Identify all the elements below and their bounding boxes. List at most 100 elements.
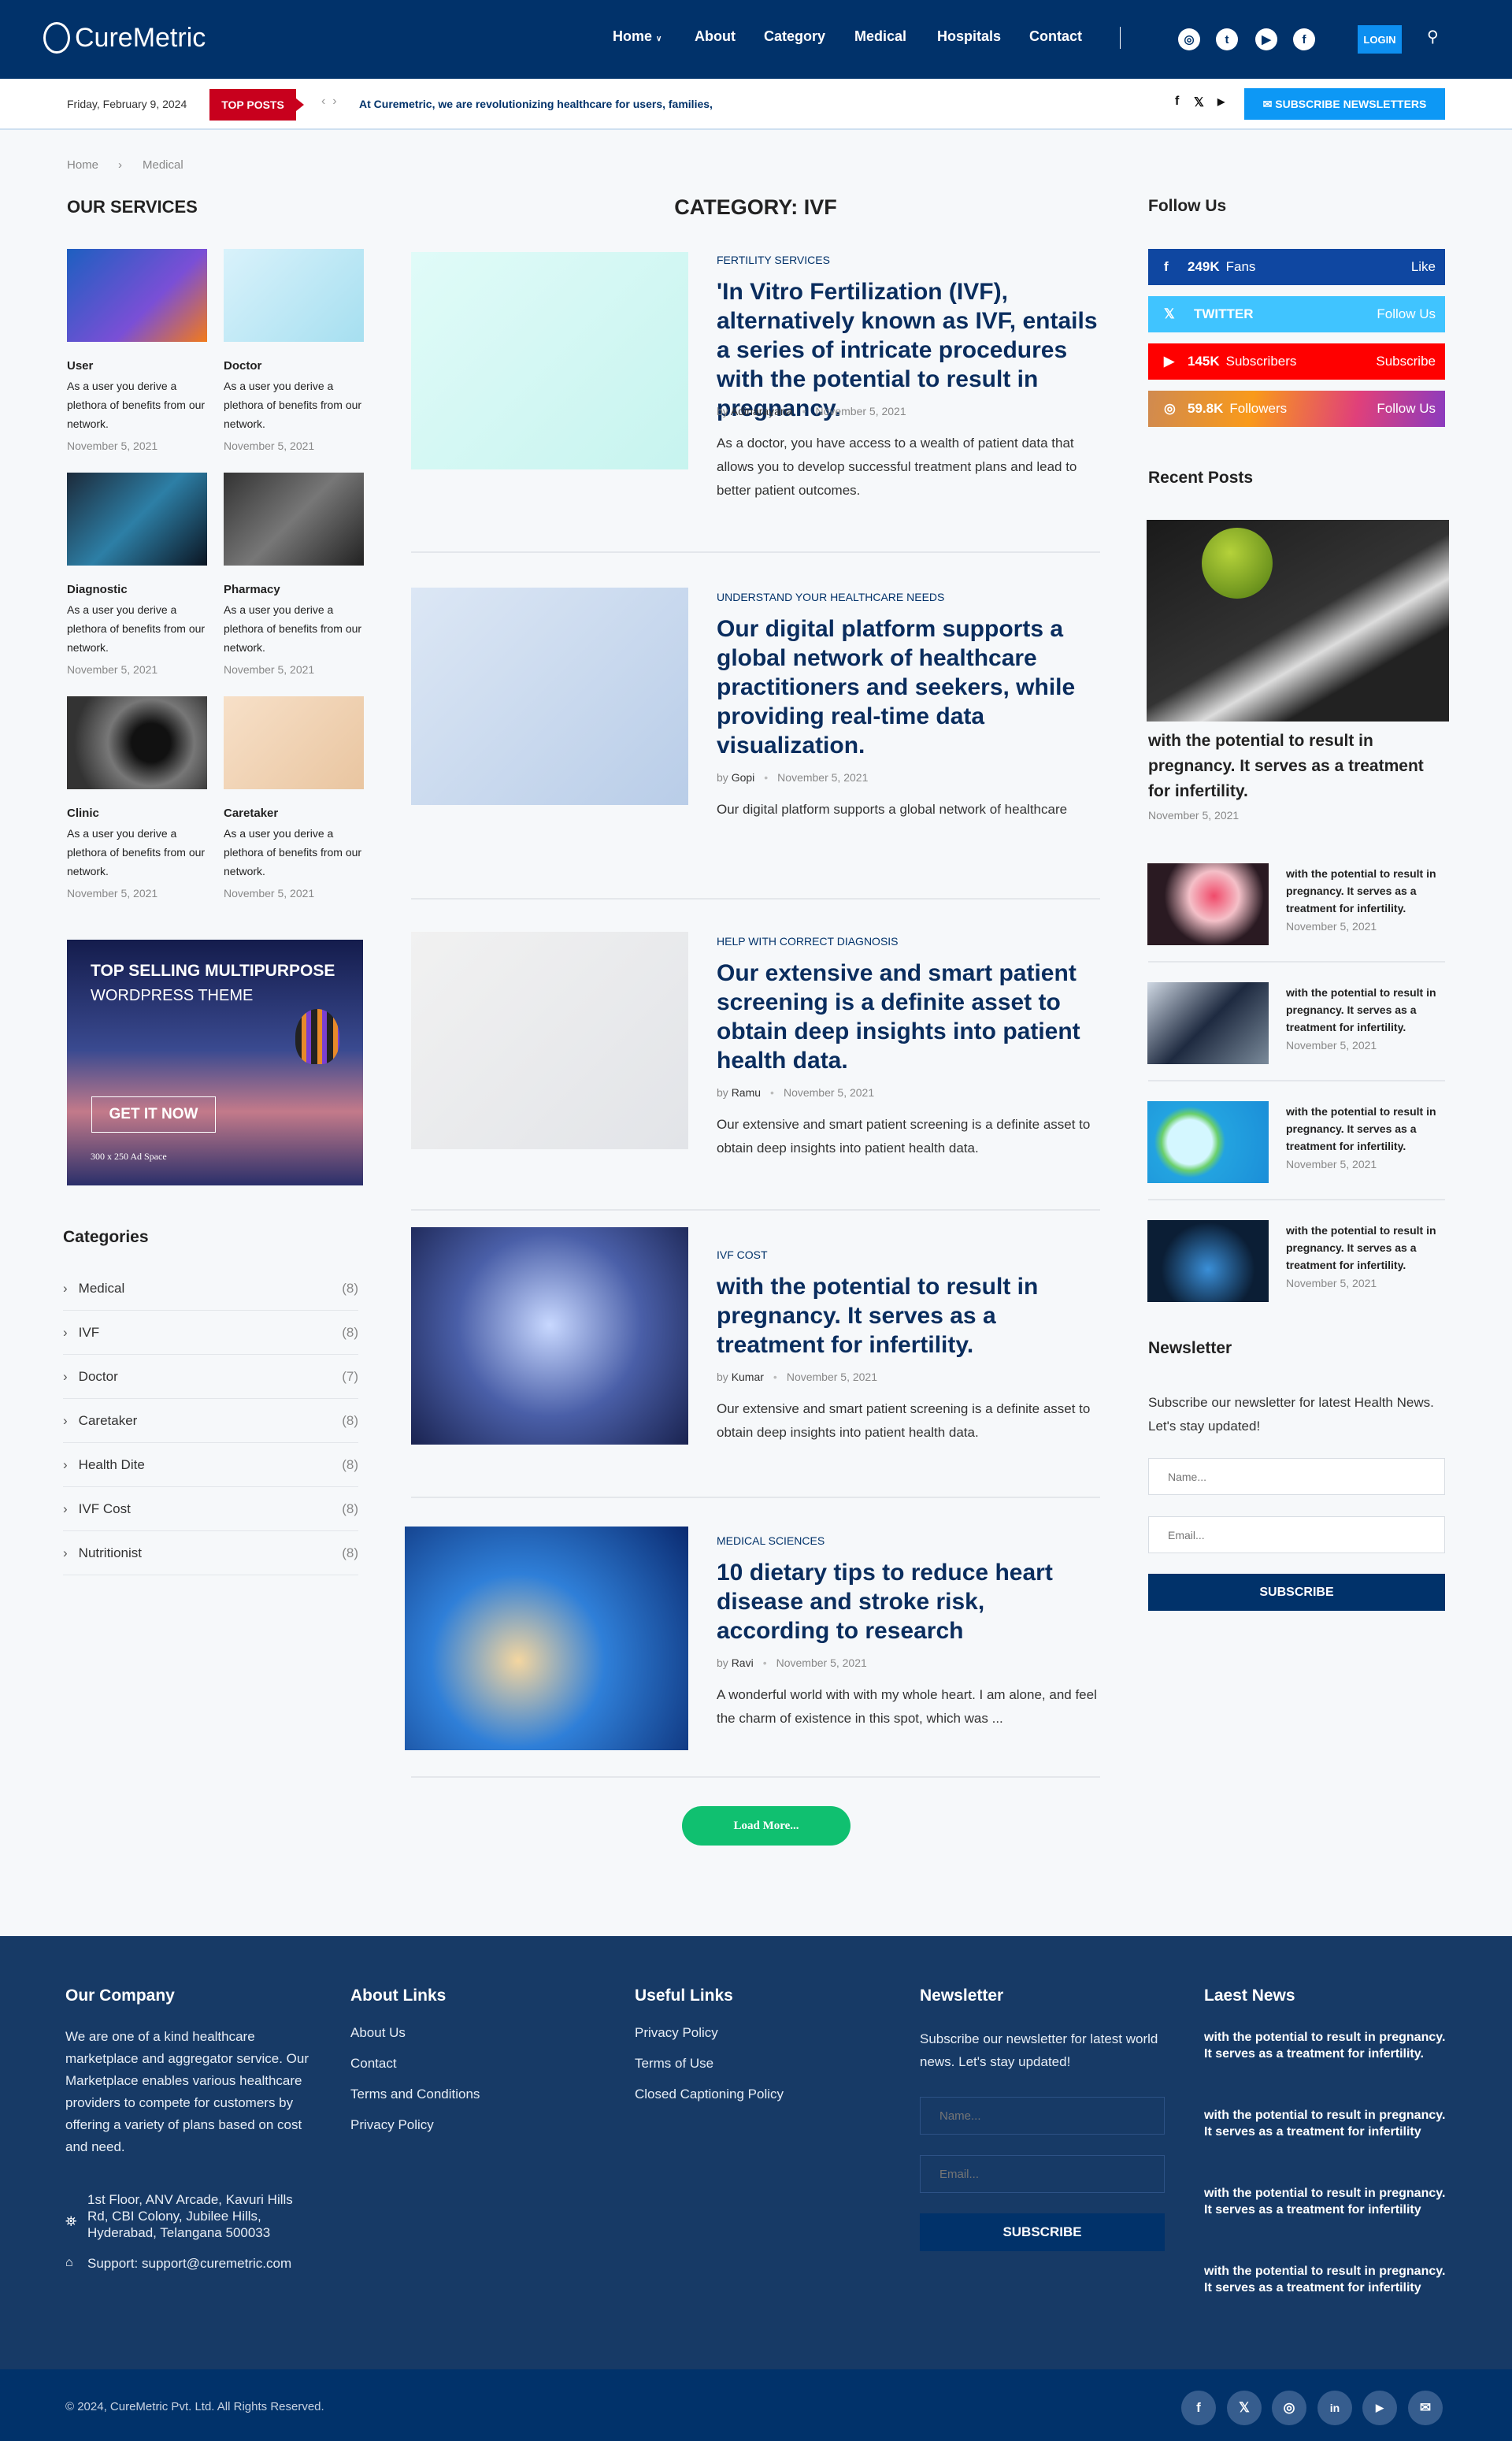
article-image[interactable]	[411, 252, 688, 469]
article-category[interactable]: HELP WITH CORRECT DIAGNOSIS	[717, 935, 899, 948]
service-image[interactable]	[224, 249, 364, 342]
footer-news-item[interactable]: with the potential to result in pregnanc…	[1204, 2107, 1456, 2140]
footer-useful-link[interactable]: Terms of Use	[635, 2056, 713, 2072]
facebook-icon[interactable]: f	[1181, 2391, 1216, 2425]
ticker-text[interactable]: At Curemetric, we are revolutionizing he…	[359, 98, 713, 110]
footer-name-input[interactable]	[920, 2097, 1165, 2135]
article-category[interactable]: IVF COST	[717, 1248, 768, 1261]
footer-useful-link[interactable]: Privacy Policy	[635, 2025, 718, 2041]
recent-post-image[interactable]	[1147, 1220, 1269, 1302]
youtube-icon[interactable]: ▶	[1362, 2391, 1397, 2425]
recent-post-image[interactable]	[1147, 982, 1269, 1064]
article-category[interactable]: FERTILITY SERVICES	[717, 254, 830, 266]
recent-post-title[interactable]: with the potential to result in pregnanc…	[1286, 1222, 1447, 1274]
article-image[interactable]	[411, 588, 688, 805]
service-title[interactable]: User	[67, 359, 93, 373]
newsletter-subscribe-button[interactable]: SUBSCRIBE	[1148, 1574, 1445, 1611]
follow-bar[interactable]: f 249K Fans Like	[1148, 249, 1445, 285]
recent-post-title[interactable]: with the potential to result in pregnanc…	[1286, 984, 1447, 1036]
follow-bar[interactable]: ▶ 145K Subscribers Subscribe	[1148, 343, 1445, 380]
service-image[interactable]	[224, 473, 364, 566]
nav-hospitals[interactable]: Hospitals	[937, 28, 1001, 45]
article-author[interactable]: Gopi	[732, 771, 755, 784]
recent-post-image[interactable]	[1147, 1101, 1269, 1183]
category-item[interactable]: › Health Dite (8)	[63, 1443, 358, 1487]
service-title[interactable]: Caretaker	[224, 807, 278, 820]
nav-medical[interactable]: Medical	[854, 28, 906, 45]
article-author[interactable]: Ravi	[732, 1656, 754, 1669]
footer-news-item[interactable]: with the potential to result in pregnanc…	[1204, 2263, 1456, 2296]
twitter-icon[interactable]: t	[1216, 28, 1238, 50]
follow-action[interactable]: Follow Us	[1377, 401, 1436, 417]
article-title[interactable]: Our extensive and smart patient screenin…	[717, 959, 1102, 1075]
chevron-left-icon[interactable]: ‹	[321, 95, 325, 108]
featured-post-title[interactable]: with the potential to result in pregnanc…	[1148, 729, 1447, 804]
category-item[interactable]: › Nutritionist (8)	[63, 1531, 358, 1575]
service-title[interactable]: Diagnostic	[67, 583, 128, 596]
breadcrumb-current[interactable]: Medical	[143, 158, 183, 172]
article-author[interactable]: Kumar	[732, 1371, 764, 1383]
linkedin-icon[interactable]: in	[1317, 2391, 1352, 2425]
service-title[interactable]: Clinic	[67, 807, 99, 820]
nav-home[interactable]: Home ∨	[613, 28, 662, 45]
x-icon[interactable]: 𝕏	[1227, 2391, 1262, 2425]
facebook-icon[interactable]: f	[1293, 28, 1315, 50]
facebook-icon[interactable]: f	[1175, 95, 1179, 109]
load-more-button[interactable]: Load More...	[682, 1806, 850, 1846]
login-button[interactable]: LOGIN	[1358, 25, 1402, 54]
nav-contact[interactable]: Contact	[1029, 28, 1082, 45]
article-title[interactable]: with the potential to result in pregnanc…	[717, 1272, 1102, 1360]
service-title[interactable]: Doctor	[224, 359, 261, 373]
newsletter-email-input[interactable]	[1148, 1516, 1445, 1553]
instagram-icon[interactable]: ◎	[1272, 2391, 1306, 2425]
article-image[interactable]	[411, 1227, 688, 1445]
recent-post-title[interactable]: with the potential to result in pregnanc…	[1286, 865, 1447, 917]
chevron-right-icon[interactable]: ›	[332, 95, 336, 108]
subscribe-newsletters-button[interactable]: ✉ SUBSCRIBE NEWSLETTERS	[1244, 88, 1445, 120]
service-title[interactable]: Pharmacy	[224, 583, 280, 596]
breadcrumb-home[interactable]: Home	[67, 158, 98, 172]
newsletter-name-input[interactable]	[1148, 1458, 1445, 1495]
footer-about-link[interactable]: Privacy Policy	[350, 2117, 434, 2133]
logo[interactable]: CureMetric	[43, 22, 206, 54]
footer-news-item[interactable]: with the potential to result in pregnanc…	[1204, 2185, 1456, 2218]
instagram-icon[interactable]: ◎	[1178, 28, 1200, 50]
get-it-now-button[interactable]: GET IT NOW	[91, 1096, 216, 1133]
article-author[interactable]: Ramu	[732, 1086, 761, 1099]
youtube-icon[interactable]: ▶	[1217, 96, 1225, 107]
category-item[interactable]: › IVF (8)	[63, 1311, 358, 1355]
footer-subscribe-button[interactable]: SUBSCRIBE	[920, 2213, 1165, 2251]
service-image[interactable]	[67, 473, 207, 566]
service-image[interactable]	[67, 249, 207, 342]
category-item[interactable]: › IVF Cost (8)	[63, 1487, 358, 1531]
nav-category[interactable]: Category	[764, 28, 825, 45]
footer-about-link[interactable]: Contact	[350, 2056, 397, 2072]
article-title[interactable]: 10 dietary tips to reduce heart disease …	[717, 1558, 1102, 1645]
youtube-icon[interactable]: ▶	[1255, 28, 1277, 50]
service-image[interactable]	[224, 696, 364, 789]
ad-banner[interactable]: TOP SELLING MULTIPURPOSE WORDPRESS THEME…	[67, 940, 363, 1185]
footer-about-link[interactable]: About Us	[350, 2025, 406, 2041]
recent-post-image[interactable]	[1147, 863, 1269, 945]
category-item[interactable]: › Doctor (7)	[63, 1355, 358, 1399]
mail-icon[interactable]: ✉	[1408, 2391, 1443, 2425]
recent-post-title[interactable]: with the potential to result in pregnanc…	[1286, 1103, 1447, 1155]
article-category[interactable]: MEDICAL SCIENCES	[717, 1534, 825, 1547]
follow-bar[interactable]: 𝕏 TWITTER Follow Us	[1148, 296, 1445, 332]
article-image[interactable]	[405, 1527, 688, 1750]
category-item[interactable]: › Caretaker (8)	[63, 1399, 358, 1443]
featured-post-image[interactable]	[1147, 520, 1449, 722]
article-category[interactable]: UNDERSTAND YOUR HEALTHCARE NEEDS	[717, 591, 944, 603]
footer-email-input[interactable]	[920, 2155, 1165, 2193]
category-item[interactable]: › Medical (8)	[63, 1267, 358, 1311]
footer-about-link[interactable]: Terms and Conditions	[350, 2087, 480, 2102]
ticker-arrows[interactable]: ‹ ›	[321, 95, 337, 109]
article-image[interactable]	[411, 932, 688, 1149]
footer-support[interactable]: Support: support@curemetric.com	[87, 2256, 291, 2272]
footer-news-item[interactable]: with the potential to result in pregnanc…	[1204, 2029, 1456, 2062]
search-icon[interactable]: ⚲	[1427, 27, 1439, 46]
article-title[interactable]: 'In Vitro Fertilization (IVF), alternati…	[717, 277, 1102, 423]
footer-useful-link[interactable]: Closed Captioning Policy	[635, 2087, 784, 2102]
follow-action[interactable]: Like	[1411, 259, 1436, 275]
follow-action[interactable]: Subscribe	[1376, 354, 1436, 369]
